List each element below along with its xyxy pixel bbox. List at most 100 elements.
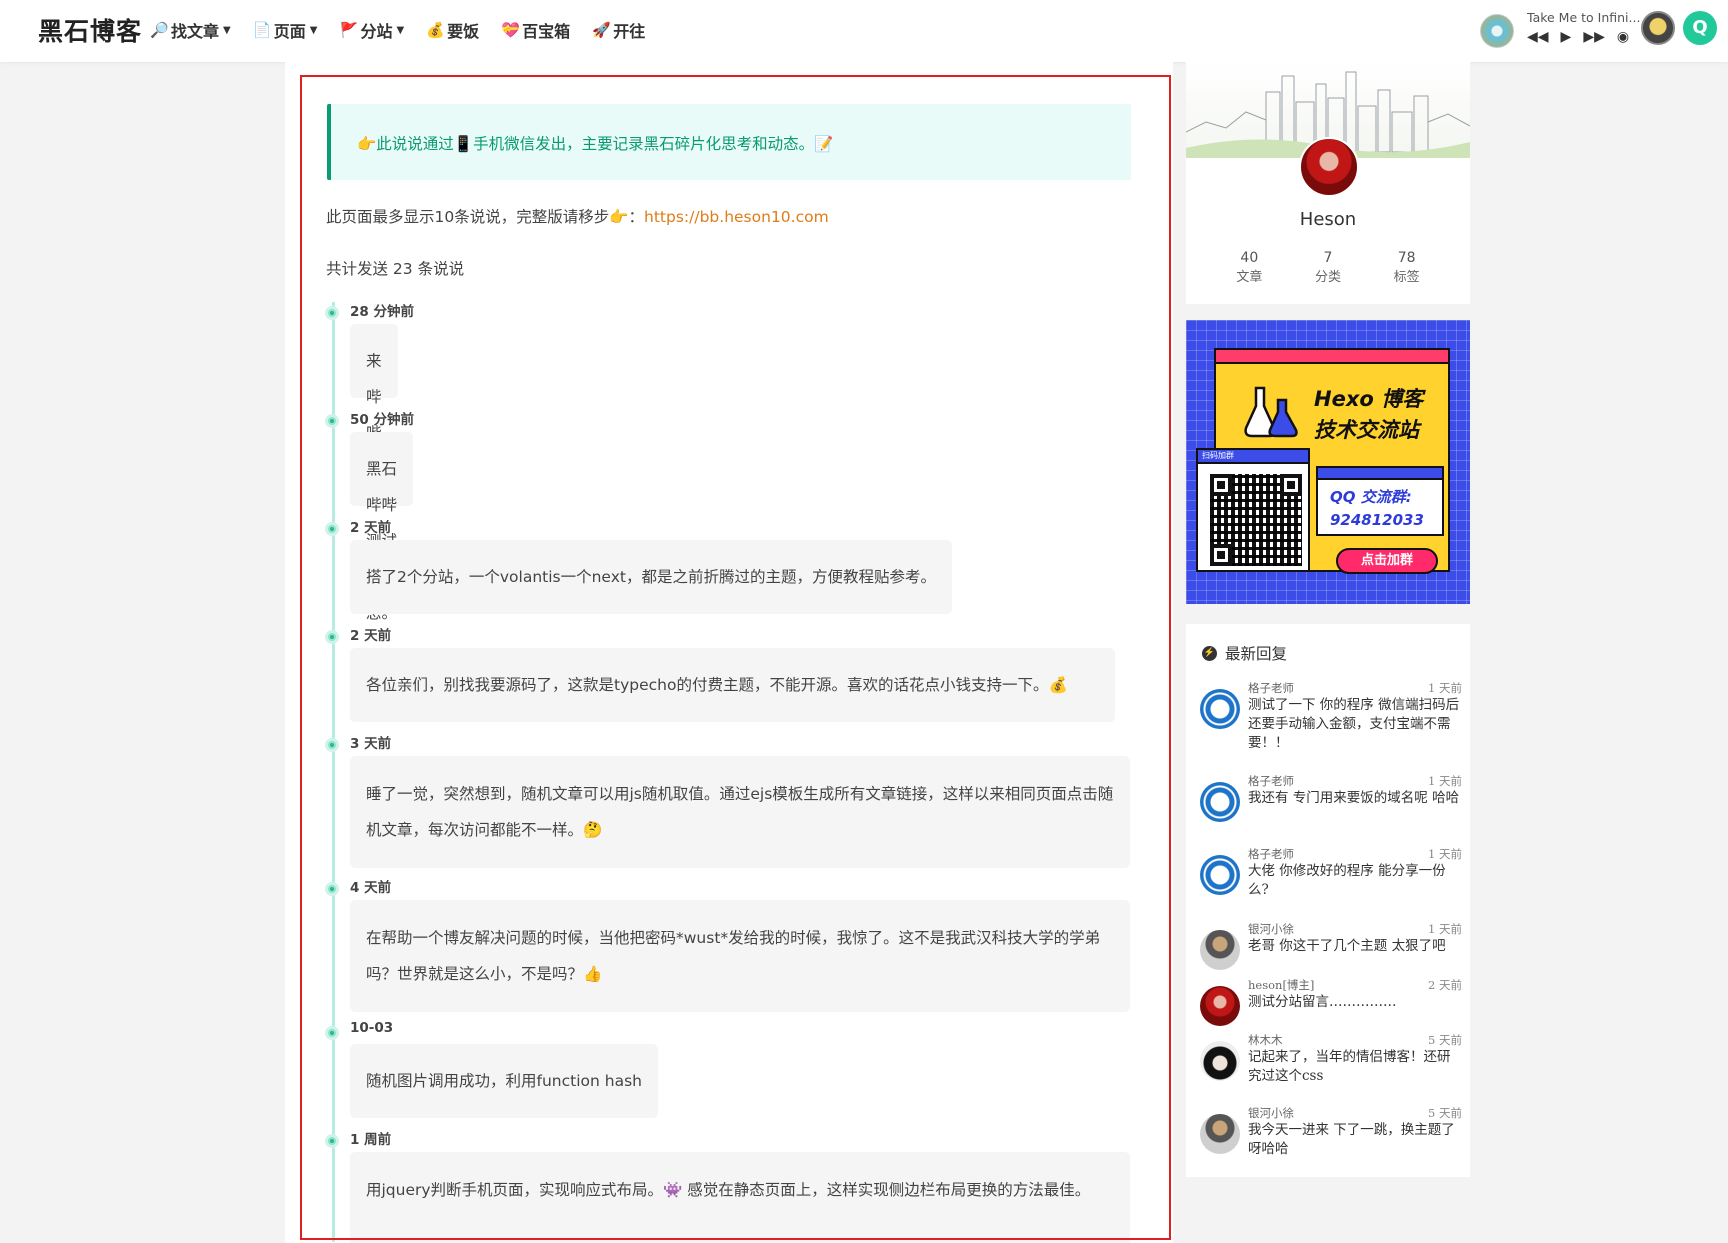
post-time: 2 天前 — [350, 520, 392, 536]
page-icon: 📄 — [252, 21, 272, 39]
post-time: 4 天前 — [350, 880, 392, 896]
stat-label: 分类 — [1314, 270, 1341, 285]
nav-toolbox[interactable]: 💝 百宝箱 — [501, 18, 570, 42]
top-header: 黑石博客 🔎 找文章 ▼ 📄 页面 ▼ 🚩 分站 ▼ 💰 要饭 💝 百宝箱 🚀 … — [0, 0, 1728, 62]
banner-title: Hexo 博客 技术交流站 — [1314, 384, 1423, 446]
comment-text: 测试分站留言…………… — [1248, 994, 1397, 1010]
user-avatar[interactable] — [1641, 11, 1675, 45]
money-bag-icon: 💰 — [426, 21, 445, 39]
post-bubble: 随机图片调用成功，利用function hash — [350, 1044, 658, 1118]
banner-title-line: 技术交流站 — [1314, 418, 1419, 442]
post-time: 50 分钟前 — [350, 412, 414, 428]
post-time: 10-03 — [350, 1020, 394, 1036]
qr-window: 扫码加群 — [1196, 448, 1310, 572]
qr-finder — [1280, 474, 1302, 496]
commenter-name: 林木木 — [1248, 1033, 1283, 1047]
caret-down-icon: ▼ — [396, 24, 405, 36]
previous-icon[interactable]: ◀◀ — [1527, 29, 1549, 45]
commenter-avatar — [1200, 930, 1240, 970]
commenter-name: 格子老师 — [1248, 847, 1294, 861]
qq-group-banner[interactable]: Hexo 博客 技术交流站 扫码加群 QQ 交流群: 924812033 点击加… — [1186, 320, 1470, 604]
caret-down-icon: ▼ — [309, 24, 318, 36]
stat-label: 文章 — [1236, 270, 1263, 285]
commenter-avatar — [1200, 986, 1240, 1026]
site-logo[interactable]: 黑石博客 — [38, 12, 142, 48]
comment-time: 5 天前 — [1428, 1033, 1462, 1047]
comment-time: 2 天前 — [1428, 978, 1462, 992]
playlist-icon[interactable]: ◉ — [1617, 29, 1629, 45]
stat-tags[interactable]: 78 标签 — [1394, 249, 1420, 287]
album-cover[interactable] — [1480, 14, 1514, 48]
post-bubble: 各位亲们，别找我要源码了，这款是typecho的付费主题，不能开源。喜欢的话花点… — [350, 648, 1115, 722]
profile-avatar[interactable] — [1299, 137, 1359, 197]
post-time: 3 天前 — [350, 736, 392, 752]
post-bubble: 用jquery判断手机页面，实现响应式布局。👾 感觉在静态页面上，这样实现侧边栏… — [350, 1152, 1130, 1243]
comment-time: 1 天前 — [1428, 847, 1462, 861]
flag-icon: 🚩 — [339, 21, 359, 39]
stat-value: 7 — [1323, 250, 1333, 266]
qr-finder — [1210, 474, 1232, 496]
nav-donate[interactable]: 💰 要饭 — [426, 18, 479, 42]
flask-icon — [1244, 386, 1298, 438]
main-nav: 🔎 找文章 ▼ 📄 页面 ▼ 🚩 分站 ▼ 💰 要饭 💝 百宝箱 🚀 开往 — [150, 18, 645, 42]
post-time: 28 分钟前 — [350, 304, 414, 320]
post-time: 2 天前 — [350, 628, 392, 644]
banner-title-line: Hexo 博客 — [1314, 387, 1424, 411]
profile-card: Heson 40 文章 7 分类 78 标签 — [1186, 62, 1470, 304]
comment-text: 我今天一进来 下了一跳，换主题了呀哈哈 — [1248, 1122, 1455, 1157]
window-titlebar — [1216, 350, 1448, 364]
nav-pages[interactable]: 📄 页面 ▼ — [253, 18, 318, 42]
stat-categories[interactable]: 7 分类 — [1315, 249, 1341, 287]
full-version-link[interactable]: https://bb.heson10.com — [644, 208, 829, 226]
post-time: 1 周前 — [350, 1132, 392, 1148]
search-icon[interactable]: Q — [1683, 11, 1717, 45]
comment-time: 1 天前 — [1428, 681, 1462, 695]
commenter-avatar — [1200, 1041, 1240, 1081]
talk-count: 共计发送 23 条说说 — [326, 260, 465, 278]
join-group-button[interactable]: 点击加群 — [1336, 548, 1438, 574]
notice-text: 👉此说说通过📱手机微信发出，主要记录黑石碎片化思考和动态。📝 — [357, 135, 834, 153]
timeline-dot — [325, 306, 339, 320]
magnifier-icon: 🔎 — [150, 21, 169, 39]
qr-finder — [1210, 544, 1232, 566]
post-bubble: 搭了2个分站，一个volantis一个next，都是之前折腾过的主题，方便教程贴… — [350, 540, 952, 614]
profile-stats: 40 文章 7 分类 78 标签 — [1186, 249, 1470, 287]
stat-articles[interactable]: 40 文章 — [1236, 249, 1262, 287]
post-bubble: 来哔哔了 — [350, 324, 398, 478]
nav-substations[interactable]: 🚩 分站 ▼ — [339, 18, 404, 42]
play-icon[interactable]: ▶ — [1561, 29, 1572, 45]
timeline-dot — [325, 1026, 339, 1040]
player-controls: ◀◀ ▶ ▶▶ ◉ — [1527, 29, 1629, 45]
recent-comments-header: ⚡ 最新回复 — [1202, 642, 1287, 664]
next-icon[interactable]: ▶▶ — [1583, 29, 1605, 45]
commenter-avatar — [1200, 782, 1240, 822]
messenger-icon: ⚡ — [1202, 645, 1217, 661]
nav-label: 找文章 — [171, 22, 220, 41]
qq-label: QQ 交流群: — [1330, 488, 1412, 506]
commenter-name: 格子老师 — [1248, 681, 1294, 695]
track-title: Take Me to Infini... — [1527, 10, 1641, 25]
profile-name[interactable]: Heson — [1186, 209, 1470, 230]
heart-icon: 💝 — [501, 21, 520, 39]
nav-label: 分站 — [360, 22, 393, 41]
timeline-dot — [325, 630, 339, 644]
post-bubble: 黑石哔哔测试消息。 — [350, 432, 413, 622]
recent-comments-card: ⚡ 最新回复 格子老师 1 天前 测试了一下 你的程序 微信端扫码后还要手动输入… — [1186, 624, 1470, 1177]
nav-label: 百宝箱 — [522, 22, 571, 41]
nav-label: 要饭 — [447, 22, 480, 41]
stat-label: 标签 — [1393, 270, 1420, 285]
window-titlebar — [1318, 468, 1442, 480]
timeline-dot — [325, 738, 339, 752]
nav-label: 页面 — [273, 22, 306, 41]
nav-travelling[interactable]: 🚀 开往 — [592, 18, 645, 42]
nav-find-articles[interactable]: 🔎 找文章 ▼ — [150, 18, 231, 42]
comment-time: 5 天前 — [1428, 1106, 1462, 1120]
commenter-name: heson[博主] — [1248, 978, 1315, 992]
commenter-avatar — [1200, 689, 1240, 729]
qr-window-title: 扫码加群 — [1198, 450, 1308, 464]
recent-comments-title: 最新回复 — [1225, 645, 1288, 663]
timeline-dot — [325, 414, 339, 428]
commenter-name: 银河小徐 — [1248, 922, 1294, 936]
notice-box: 👉此说说通过📱手机微信发出，主要记录黑石碎片化思考和动态。📝 — [327, 104, 1131, 180]
intro-text: 此页面最多显示10条说说，完整版请移步👉： — [326, 208, 645, 226]
